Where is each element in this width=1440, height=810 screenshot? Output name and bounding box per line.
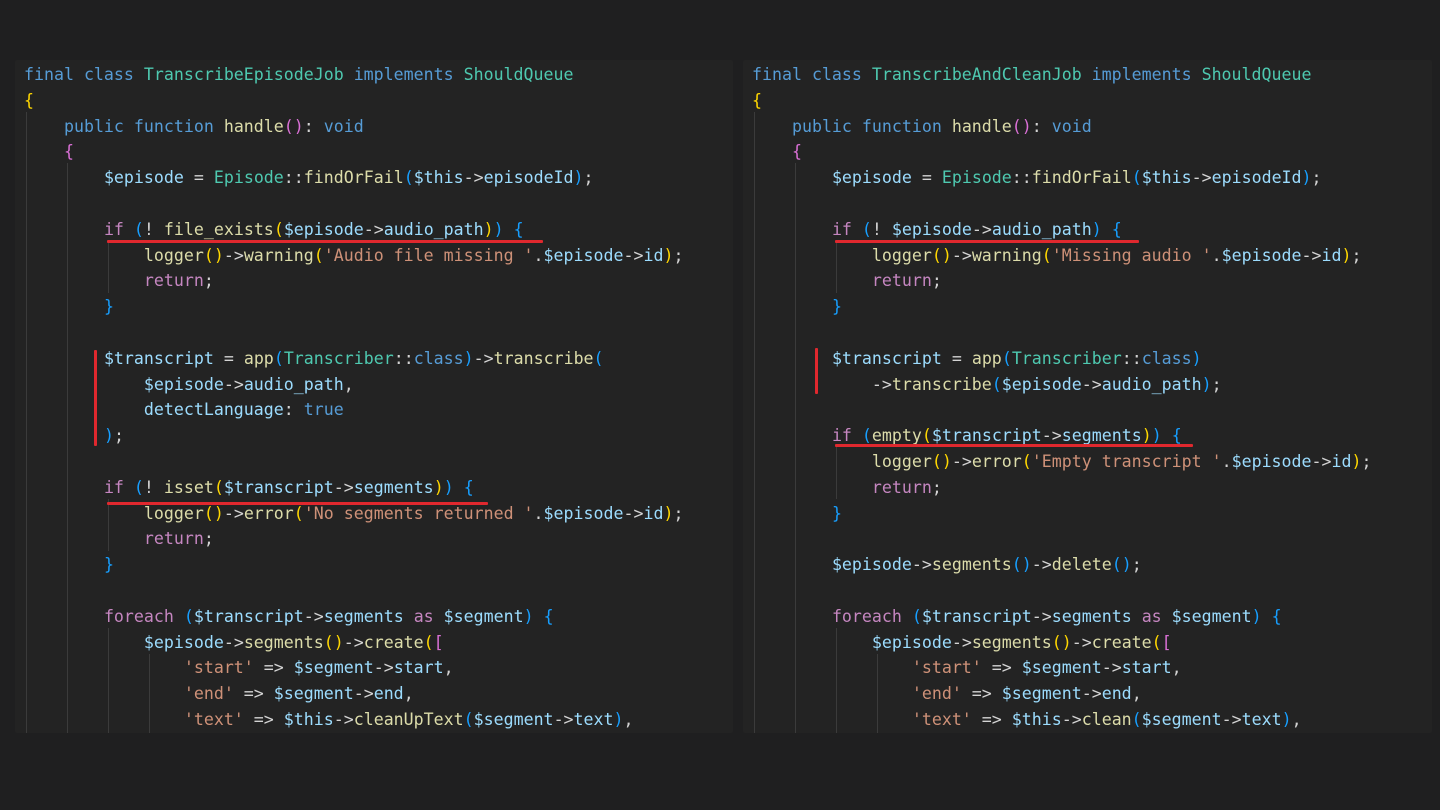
code-line: } — [103, 555, 114, 575]
code-panel-right: final class TranscribeAndCleanJob implem… — [743, 60, 1432, 733]
highlight-underline — [107, 502, 488, 505]
code-line: { — [24, 90, 34, 110]
code-line: return; — [871, 477, 942, 497]
code-line: 'start' => $segment->start, — [183, 658, 454, 678]
code-line: $episode = Episode::findOrFail($this->ep… — [831, 168, 1322, 188]
code-line: { — [63, 142, 74, 162]
code-line: } — [831, 503, 842, 523]
code-line: final class TranscribeAndCleanJob implem… — [752, 65, 1312, 84]
code-line: { — [791, 142, 802, 162]
code-line: 'text' => $this->clean($segment->text), — [911, 709, 1302, 729]
highlight-underline — [107, 240, 543, 243]
code-editor-left: final class TranscribeEpisodeJob impleme… — [24, 62, 683, 733]
code-line: { — [752, 90, 762, 110]
code-editor-right: final class TranscribeAndCleanJob implem… — [752, 62, 1372, 733]
code-line: $transcript = app(Transcriber::class) — [831, 348, 1202, 368]
code-line: 'end' => $segment->end, — [911, 684, 1142, 704]
code-line: ->transcribe($episode->audio_path); — [752, 374, 1222, 394]
code-line: return; — [143, 529, 214, 549]
code-line: return; — [143, 271, 214, 291]
code-line: $episode->segments()->create([ — [871, 632, 1172, 652]
code-line: 'end' => $segment->end, — [183, 684, 414, 704]
code-line: public function handle(): void — [63, 116, 364, 136]
code-line: foreach ($transcript->segments as $segme… — [831, 606, 1282, 626]
highlight-bar — [815, 348, 818, 394]
code-line: $episode->segments()->delete(); — [831, 555, 1142, 575]
code-line: $transcript = app(Transcriber::class)->t… — [103, 348, 604, 368]
code-line: $episode->segments()->create([ — [143, 632, 444, 652]
code-line: $episode->audio_path, — [143, 374, 354, 394]
code-line: final class TranscribeEpisodeJob impleme… — [24, 65, 574, 84]
highlight-bar — [94, 350, 97, 446]
code-line: foreach ($transcript->segments as $segme… — [103, 606, 554, 626]
code-line: if (! $episode->audio_path) { — [831, 219, 1122, 239]
code-line: if (! isset($transcript->segments)) { — [103, 477, 474, 497]
code-line: logger()->warning('Missing audio '.$epis… — [871, 245, 1362, 265]
code-line: return; — [871, 271, 942, 291]
code-line: detectLanguage: true — [143, 400, 344, 420]
code-line: } — [831, 297, 842, 317]
code-line: $episode = Episode::findOrFail($this->ep… — [103, 168, 594, 188]
code-line: } — [103, 297, 114, 317]
code-line: 'start' => $segment->start, — [911, 658, 1182, 678]
highlight-underline — [835, 240, 1139, 243]
code-line: 'text' => $this->cleanUpText($segment->t… — [183, 709, 634, 729]
code-panel-left: final class TranscribeEpisodeJob impleme… — [15, 60, 733, 733]
highlight-underline — [835, 444, 1193, 447]
code-line: if (! file_exists($episode->audio_path))… — [103, 219, 524, 239]
code-line: public function handle(): void — [791, 116, 1092, 136]
code-line: logger()->warning('Audio file missing '.… — [143, 245, 684, 265]
code-line: ); — [103, 426, 124, 446]
code-line: logger()->error('Empty transcript '.$epi… — [871, 451, 1372, 471]
